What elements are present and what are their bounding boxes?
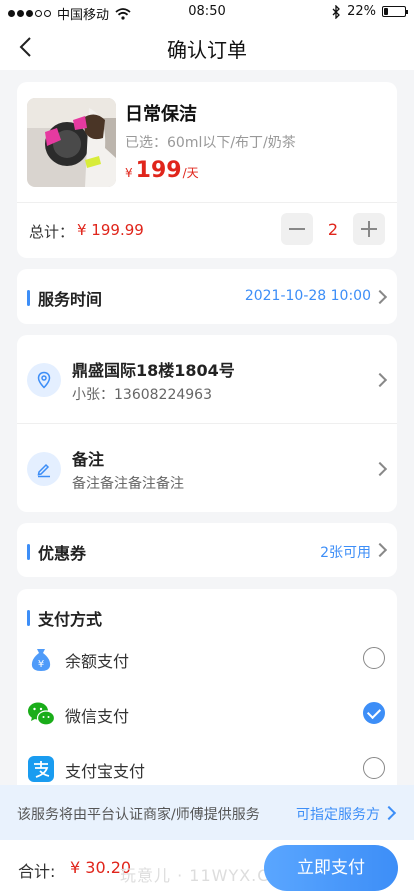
payment-option-label: 支付宝支付	[65, 762, 146, 781]
product-image[interactable]	[27, 98, 116, 187]
service-time-row[interactable]: 服务时间 2021-10-28 10:00	[17, 269, 397, 324]
battery-percent: 22%	[347, 4, 376, 19]
address-card: 鼎盛国际18楼1804号 小张：13608224963 备注 备注备注备注备注	[17, 335, 397, 512]
coupon-label: 优惠券	[38, 544, 87, 563]
total-label: 总计：	[29, 223, 75, 241]
chevron-right-icon	[372, 542, 388, 558]
svg-text:¥: ¥	[38, 659, 44, 670]
remark-row[interactable]: 备注 备注备注备注备注	[17, 423, 397, 511]
sum-label: 合计:	[18, 862, 56, 881]
navigation-bar: 确认订单	[0, 24, 414, 70]
remark-title: 备注	[72, 450, 105, 469]
service-time-value: 2021-10-28 10:00	[244, 288, 371, 304]
coupon-value: 2张可用	[320, 545, 371, 561]
decrease-button[interactable]	[281, 213, 313, 245]
chevron-right-icon	[372, 461, 388, 477]
payment-label: 支付方式	[38, 610, 103, 629]
payment-option-wechat[interactable]: 微信支付	[17, 696, 397, 736]
product-card: 日常保洁 已选：60ml以下/布丁/奶茶 ¥ 199 /天 总计： ¥ 199.…	[17, 82, 397, 258]
payment-card: 支付方式 ¥ 余额支付 微信支付 支付宝支付	[17, 589, 397, 799]
payment-option-label: 余额支付	[65, 652, 130, 671]
chevron-right-icon	[372, 289, 388, 305]
coupon-row[interactable]: 优惠券 2张可用	[17, 523, 397, 577]
product-price: ¥ 199 /天	[125, 158, 199, 183]
product-name: 日常保洁	[125, 104, 197, 125]
chevron-right-icon	[381, 805, 397, 821]
payment-option-label: 微信支付	[65, 707, 130, 726]
divider	[17, 202, 397, 203]
total-value: ¥ 199.99	[77, 221, 144, 239]
price-unit: /天	[182, 166, 199, 180]
quantity-stepper: 2	[281, 213, 385, 245]
notice-text: 该服务将由平台认证商家/师傅提供服务	[17, 807, 260, 823]
alipay-icon	[28, 756, 54, 782]
money-bag-icon: ¥	[31, 649, 51, 671]
pen-icon	[27, 452, 61, 486]
page-title: 确认订单	[167, 38, 247, 62]
chevron-right-icon	[372, 372, 388, 388]
address-contact: 小张：13608224963	[72, 387, 212, 403]
price-symbol: ¥	[125, 166, 133, 180]
wechat-icon	[28, 702, 55, 726]
system-info: 22%	[331, 4, 408, 19]
service-time-label: 服务时间	[38, 290, 103, 309]
remark-content: 备注备注备注备注	[72, 476, 184, 492]
service-time-title: 服务时间	[27, 286, 102, 310]
price-value: 199	[135, 158, 182, 183]
address-title: 鼎盛国际18楼1804号	[72, 361, 235, 380]
quantity-value: 2	[327, 219, 339, 239]
checkout-bar: 合计: ¥ 30.20 玩意儿 · 11WYX.COM 立即支付	[0, 840, 414, 896]
bluetooth-icon	[332, 4, 341, 19]
section-marker	[27, 610, 30, 626]
increase-button[interactable]	[353, 213, 385, 245]
service-notice: 该服务将由平台认证商家/师傅提供服务 可指定服务方	[0, 785, 414, 840]
section-marker	[27, 544, 30, 560]
payment-radio[interactable]	[363, 647, 385, 669]
product-spec: 已选：60ml以下/布丁/奶茶	[125, 135, 296, 151]
payment-radio-checked[interactable]	[363, 702, 385, 724]
coupon-title: 优惠券	[27, 540, 86, 564]
address-row[interactable]: 鼎盛国际18楼1804号 小张：13608224963	[17, 335, 397, 423]
payment-option-balance[interactable]: ¥ 余额支付	[17, 641, 397, 681]
payment-radio[interactable]	[363, 757, 385, 779]
payment-title: 支付方式	[27, 606, 102, 630]
location-icon	[27, 363, 61, 397]
assign-provider-link[interactable]: 可指定服务方	[296, 804, 380, 824]
pay-now-button[interactable]: 立即支付	[264, 845, 398, 891]
status-bar: 中国移动 08:50 22%	[0, 0, 414, 24]
battery-icon	[382, 6, 408, 17]
section-marker	[27, 290, 30, 306]
